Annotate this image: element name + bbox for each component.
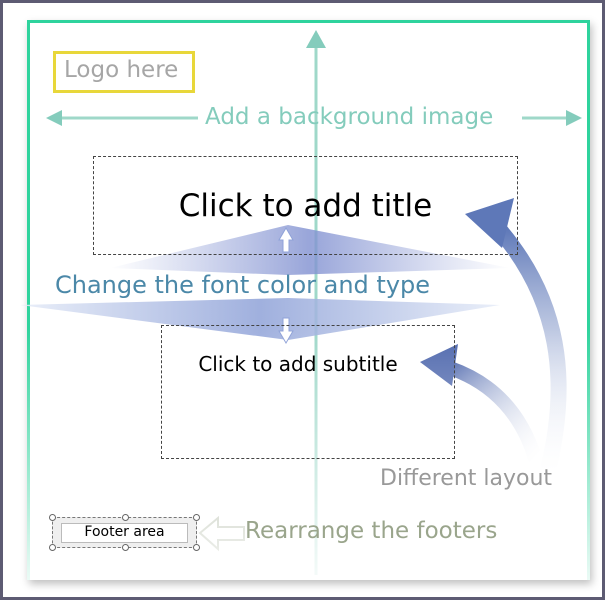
- resize-handle-icon[interactable]: [193, 514, 200, 521]
- footer-hint-label: Rearrange the footers: [245, 518, 498, 544]
- subtitle-placeholder-text[interactable]: Click to add subtitle: [161, 352, 435, 376]
- resize-handle-icon[interactable]: [49, 544, 56, 551]
- background-hint-label: Add a background image: [205, 104, 494, 130]
- footer-arrow-icon: [198, 515, 245, 552]
- footer-area-label: Footer area: [84, 524, 165, 540]
- logo-label: Logo here: [64, 57, 179, 83]
- font-hint-label: Change the font color and type: [55, 271, 431, 299]
- resize-handle-icon[interactable]: [122, 514, 129, 521]
- layout-hint-label: Different layout: [380, 466, 553, 491]
- subtitle-placeholder-box[interactable]: [161, 325, 455, 459]
- resize-handle-icon[interactable]: [193, 544, 200, 551]
- resize-handle-icon[interactable]: [49, 514, 56, 521]
- resize-handle-icon[interactable]: [122, 544, 129, 551]
- title-placeholder-text[interactable]: Click to add title: [93, 188, 518, 224]
